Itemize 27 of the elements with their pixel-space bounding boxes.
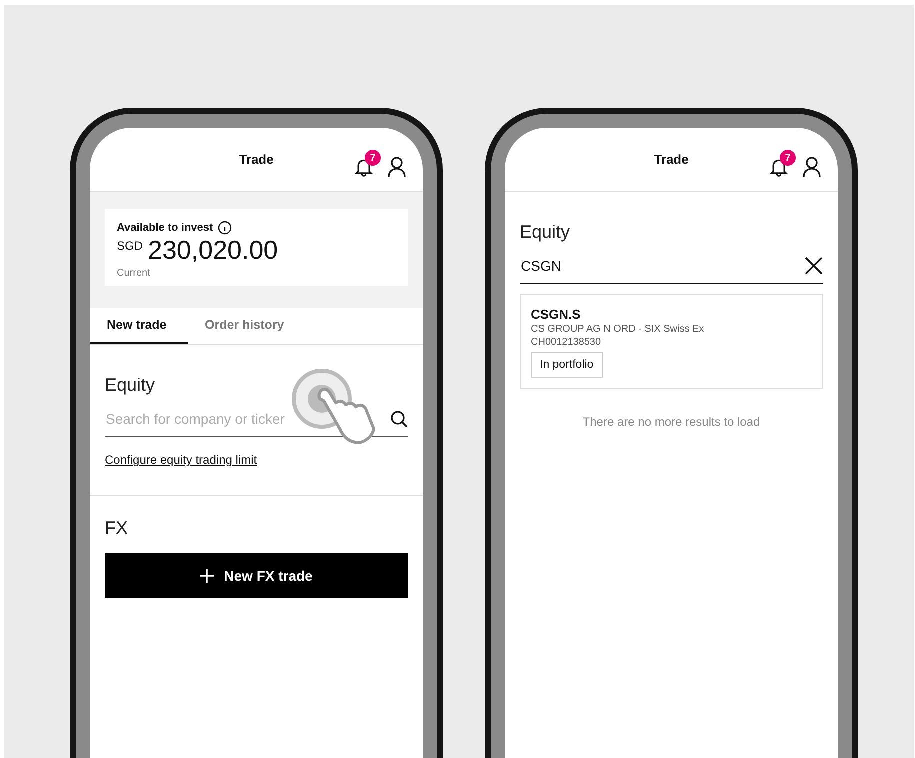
screen-title: Trade xyxy=(654,152,689,167)
configure-limit-link[interactable]: Configure equity trading limit xyxy=(105,453,258,467)
search-field[interactable]: CSGN xyxy=(520,258,805,274)
new-fx-trade-button[interactable]: New FX trade xyxy=(105,553,408,598)
result-isin: CH0012138530 xyxy=(531,337,602,348)
info-icon[interactable] xyxy=(218,221,232,235)
balance-label: Available to invest xyxy=(117,222,214,234)
balance-amount: 230,020.00 xyxy=(148,235,278,266)
section-title: Equity xyxy=(105,375,156,396)
person-icon[interactable] xyxy=(387,156,407,178)
plus-icon xyxy=(200,568,214,582)
clear-button[interactable] xyxy=(805,257,823,275)
currency-code: SGD xyxy=(117,239,144,253)
screen-title: Trade xyxy=(239,152,274,167)
result-card[interactable]: CSGN.S CS GROUP AG N ORD - SIX Swiss Ex CH0012138530 In portfolio xyxy=(520,294,823,389)
search-icon[interactable] xyxy=(390,410,408,428)
result-ticker: CSGN.S xyxy=(531,307,582,322)
person-icon[interactable] xyxy=(802,156,822,178)
portfolio-tag: In portfolio xyxy=(531,352,603,378)
result-name: CS GROUP AG N ORD - SIX Swiss Ex xyxy=(531,324,706,335)
notification-count: 7 xyxy=(780,150,796,166)
notification-count: 7 xyxy=(365,150,381,166)
search-field[interactable]: Search for company or ticker xyxy=(105,411,390,427)
section-title: Equity xyxy=(520,222,572,243)
end-of-results-message: There are no more results to load xyxy=(582,415,762,429)
section-title: FX xyxy=(105,518,130,539)
balance-note: Current xyxy=(117,268,152,279)
